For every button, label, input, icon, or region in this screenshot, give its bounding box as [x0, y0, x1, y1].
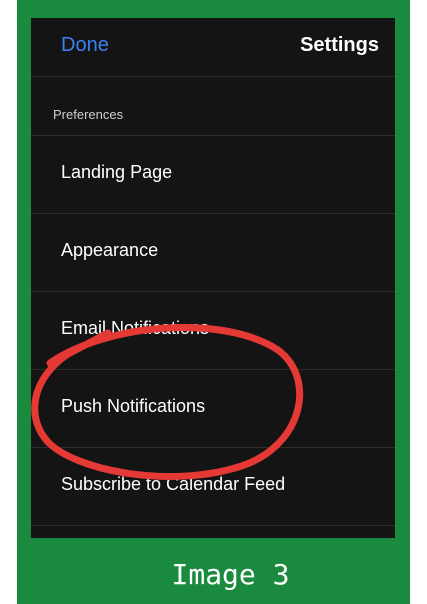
- section-header-label: Preferences: [53, 107, 124, 122]
- settings-row-appearance[interactable]: Appearance: [31, 214, 395, 292]
- settings-row-landing-page[interactable]: Landing Page: [31, 136, 395, 214]
- settings-row-label: Landing Page: [61, 162, 173, 182]
- settings-row-label: Email Notifications: [61, 318, 210, 338]
- settings-screen: Done Settings Preferences Landing Page A…: [31, 18, 395, 538]
- settings-row-subscribe-calendar-feed[interactable]: Subscribe to Calendar Feed: [31, 448, 395, 526]
- image-frame: Done Settings Preferences Landing Page A…: [17, 0, 410, 604]
- navigation-bar: Done Settings: [31, 18, 395, 77]
- done-button[interactable]: Done: [61, 34, 109, 57]
- settings-row-label: Subscribe to Calendar Feed: [61, 474, 286, 494]
- settings-row-label: Push Notifications: [61, 396, 206, 416]
- settings-row-email-notifications[interactable]: Email Notifications: [31, 292, 395, 370]
- page-title: Settings: [300, 34, 379, 56]
- settings-row-push-notifications[interactable]: Push Notifications: [31, 370, 395, 448]
- image-caption: Image 3: [171, 558, 290, 591]
- section-header-preferences: Preferences: [31, 77, 395, 136]
- settings-row-label: Appearance: [61, 240, 159, 260]
